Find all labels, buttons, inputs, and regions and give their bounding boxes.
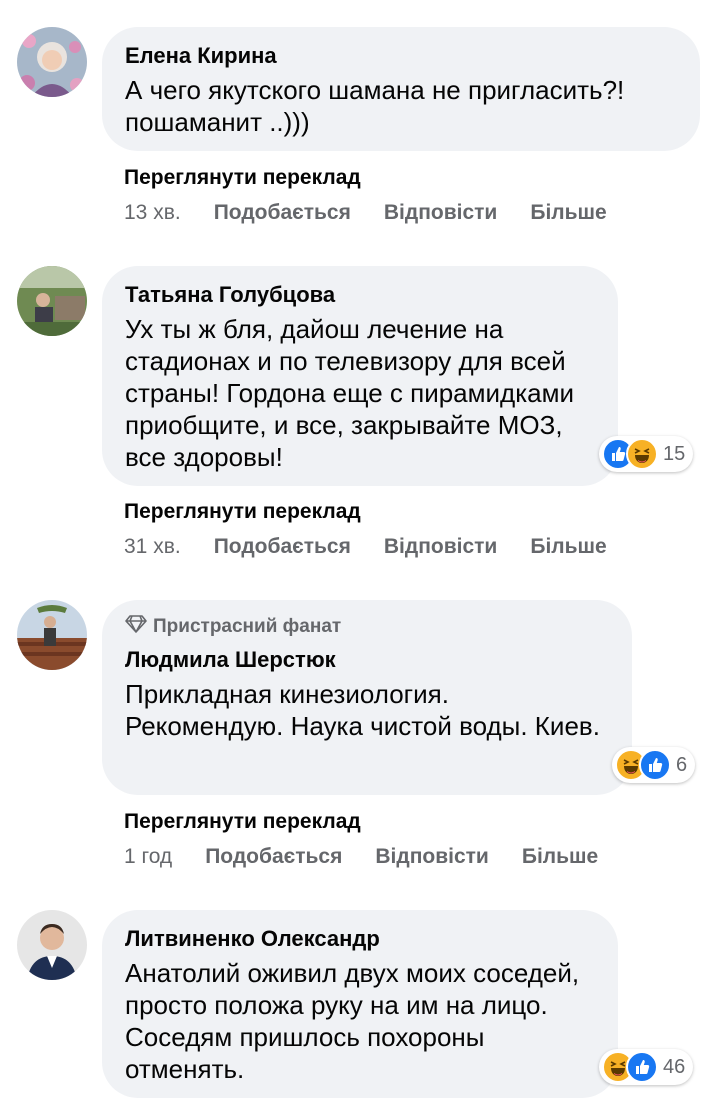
avatar[interactable] [17, 600, 87, 670]
comment-bubble: Татьяна Голубцова Ух ты ж бля, дайош леч… [102, 266, 618, 486]
see-translation-link[interactable]: Переглянути переклад [124, 810, 361, 834]
more-button[interactable]: Більше [530, 201, 606, 225]
reactions-summary[interactable]: 46 [599, 1049, 694, 1085]
reactions-count: 15 [663, 442, 686, 465]
like-button[interactable]: Подобається [205, 845, 342, 869]
reactions-count: 46 [663, 1055, 686, 1078]
avatar[interactable] [17, 27, 87, 97]
like-reaction-icon [639, 749, 671, 781]
comment-text: Прикладная кинезиология. Рекомендую. Нау… [125, 679, 600, 741]
comment-text: Ух ты ж бля, дайош лечение на стадионах … [125, 314, 575, 472]
see-translation-link[interactable]: Переглянути переклад [124, 166, 361, 190]
like-button[interactable]: Подобається [214, 201, 351, 225]
comment-text: А чего якутского шамана не пригласить?! … [125, 75, 625, 137]
comment-bubble: Пристрасний фанат Людмила Шерстюк Прикла… [102, 600, 632, 795]
comment-actions: 1 год Подобається Відповісти Більше [124, 845, 631, 869]
avatar[interactable] [17, 910, 87, 980]
haha-reaction-icon [626, 438, 658, 470]
comment-bubble: Елена Кирина А чего якутского шамана не … [102, 27, 700, 151]
see-translation-link[interactable]: Переглянути переклад [124, 500, 361, 524]
more-button[interactable]: Більше [530, 535, 606, 559]
like-button[interactable]: Подобається [214, 535, 351, 559]
reply-button[interactable]: Відповісти [375, 845, 488, 869]
reactions-summary[interactable]: 15 [599, 436, 694, 472]
comment-bubble: Литвиненко Олександр Анатолий оживил дву… [102, 910, 618, 1098]
diamond-badge-icon [125, 615, 147, 639]
reactions-count: 6 [676, 753, 688, 776]
top-fan-badge: Пристрасний фанат [125, 615, 608, 639]
comment-timestamp[interactable]: 13 хв. [124, 201, 181, 225]
comment-timestamp[interactable]: 31 хв. [124, 535, 181, 559]
comment-text: Анатолий оживил двух моих соседей, прост… [125, 958, 580, 1084]
comment-timestamp[interactable]: 1 год [124, 845, 172, 869]
comment-author[interactable]: Елена Кирина [125, 42, 676, 70]
comment-actions: 13 хв. Подобається Відповісти Більше [124, 201, 640, 225]
comment-author[interactable]: Литвиненко Олександр [125, 925, 594, 953]
reactions-summary[interactable]: 6 [612, 747, 696, 783]
badge-label: Пристрасний фанат [153, 616, 342, 637]
reply-button[interactable]: Відповісти [384, 535, 497, 559]
comment-actions: 31 хв. Подобається Відповісти Більше [124, 535, 640, 559]
avatar[interactable] [17, 266, 87, 336]
comment-author[interactable]: Людмила Шерстюк [125, 646, 608, 674]
like-reaction-icon [626, 1051, 658, 1083]
more-button[interactable]: Більше [522, 845, 598, 869]
reply-button[interactable]: Відповісти [384, 201, 497, 225]
comment-author[interactable]: Татьяна Голубцова [125, 281, 594, 309]
